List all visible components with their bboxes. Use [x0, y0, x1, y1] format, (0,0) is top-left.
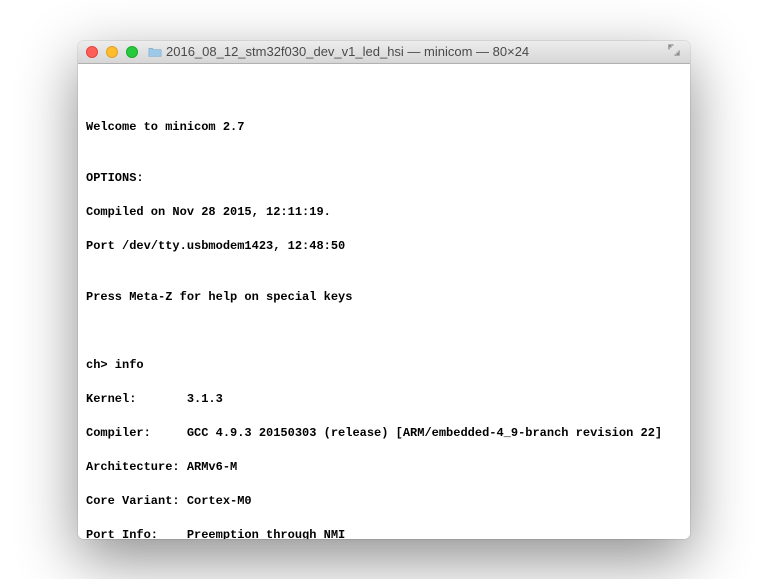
terminal-window: 2016_08_12_stm32f030_dev_v1_led_hsi — mi…: [78, 41, 690, 539]
traffic-lights: [86, 46, 138, 58]
zoom-button[interactable]: [126, 46, 138, 58]
titlebar[interactable]: 2016_08_12_stm32f030_dev_v1_led_hsi — mi…: [78, 41, 690, 64]
minimize-button[interactable]: [106, 46, 118, 58]
terminal-line: Compiled on Nov 28 2015, 12:11:19.: [86, 204, 682, 221]
terminal-output[interactable]: Welcome to minicom 2.7 OPTIONS: Compiled…: [78, 64, 690, 539]
terminal-line: Architecture: ARMv6-M: [86, 459, 682, 476]
terminal-line: Compiler: GCC 4.9.3 20150303 (release) […: [86, 425, 682, 442]
window-title: 2016_08_12_stm32f030_dev_v1_led_hsi — mi…: [166, 44, 666, 59]
terminal-line: OPTIONS:: [86, 170, 682, 187]
terminal-line: Core Variant: Cortex-M0: [86, 493, 682, 510]
folder-icon[interactable]: [148, 46, 162, 58]
terminal-line: Press Meta-Z for help on special keys: [86, 289, 682, 306]
terminal-line: ch> info: [86, 357, 682, 374]
terminal-line: Port /dev/tty.usbmodem1423, 12:48:50: [86, 238, 682, 255]
fullscreen-icon[interactable]: [666, 44, 682, 59]
terminal-line: Port Info: Preemption through NMI: [86, 527, 682, 539]
terminal-line: Welcome to minicom 2.7: [86, 119, 682, 136]
close-button[interactable]: [86, 46, 98, 58]
terminal-line: Kernel: 3.1.3: [86, 391, 682, 408]
